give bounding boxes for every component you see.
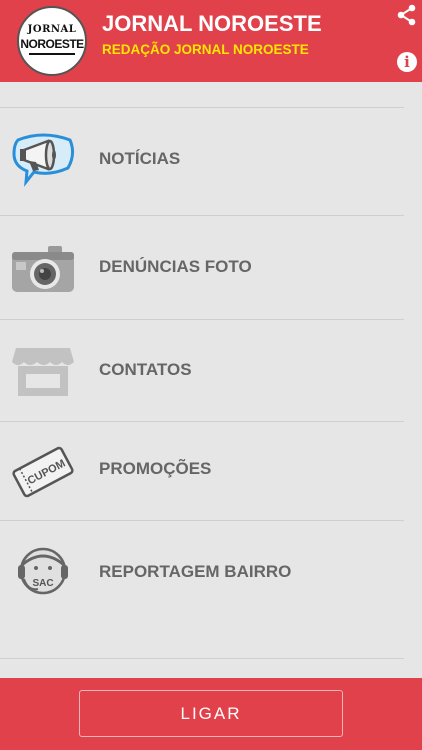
menu-item-noticias[interactable]: NOTÍCIAS bbox=[0, 108, 404, 208]
menu-item-reportagem-bairro[interactable]: SAC REPORTAGEM BAIRRO bbox=[0, 521, 404, 621]
store-icon bbox=[12, 348, 74, 396]
sac-label: SAC bbox=[32, 578, 53, 589]
app-subtitle: REDAÇÃO JORNAL NOROESTE bbox=[102, 42, 309, 57]
app-header: JORNAL NOROESTE JORNAL NOROESTE REDAÇÃO … bbox=[0, 0, 422, 82]
menu-item-label: NOTÍCIAS bbox=[99, 149, 181, 168]
menu-item-label: REPORTAGEM BAIRRO bbox=[99, 562, 292, 581]
menu-item-label: DENÚNCIAS FOTO bbox=[99, 257, 252, 276]
sac-agent-icon: SAC bbox=[18, 547, 68, 595]
logo-line-2: NOROESTE bbox=[20, 37, 84, 51]
share-icon[interactable] bbox=[396, 4, 418, 26]
divider bbox=[0, 658, 404, 659]
coupon-icon: CUPOM bbox=[12, 446, 74, 498]
logo-rule bbox=[29, 53, 75, 55]
menu-item-label: PROMOÇÕES bbox=[99, 459, 212, 478]
menu-item-label: CONTATOS bbox=[99, 360, 192, 379]
menu-item-promocoes[interactable]: CUPOM PROMOÇÕES bbox=[0, 422, 404, 522]
app-title: JORNAL NOROESTE bbox=[102, 11, 322, 36]
footer-bar: LIGAR bbox=[0, 678, 422, 750]
jornal-noroeste-logo: JORNAL NOROESTE bbox=[17, 6, 87, 76]
logo-line-1: JORNAL bbox=[27, 24, 77, 35]
info-icon[interactable]: i bbox=[397, 52, 417, 72]
ligar-button[interactable]: LIGAR bbox=[79, 690, 343, 737]
menu-item-denuncias-foto[interactable]: DENÚNCIAS FOTO bbox=[0, 216, 404, 316]
megaphone-icon bbox=[12, 133, 75, 187]
camera-icon bbox=[12, 246, 74, 292]
menu-item-contatos[interactable]: CONTATOS bbox=[0, 320, 404, 420]
